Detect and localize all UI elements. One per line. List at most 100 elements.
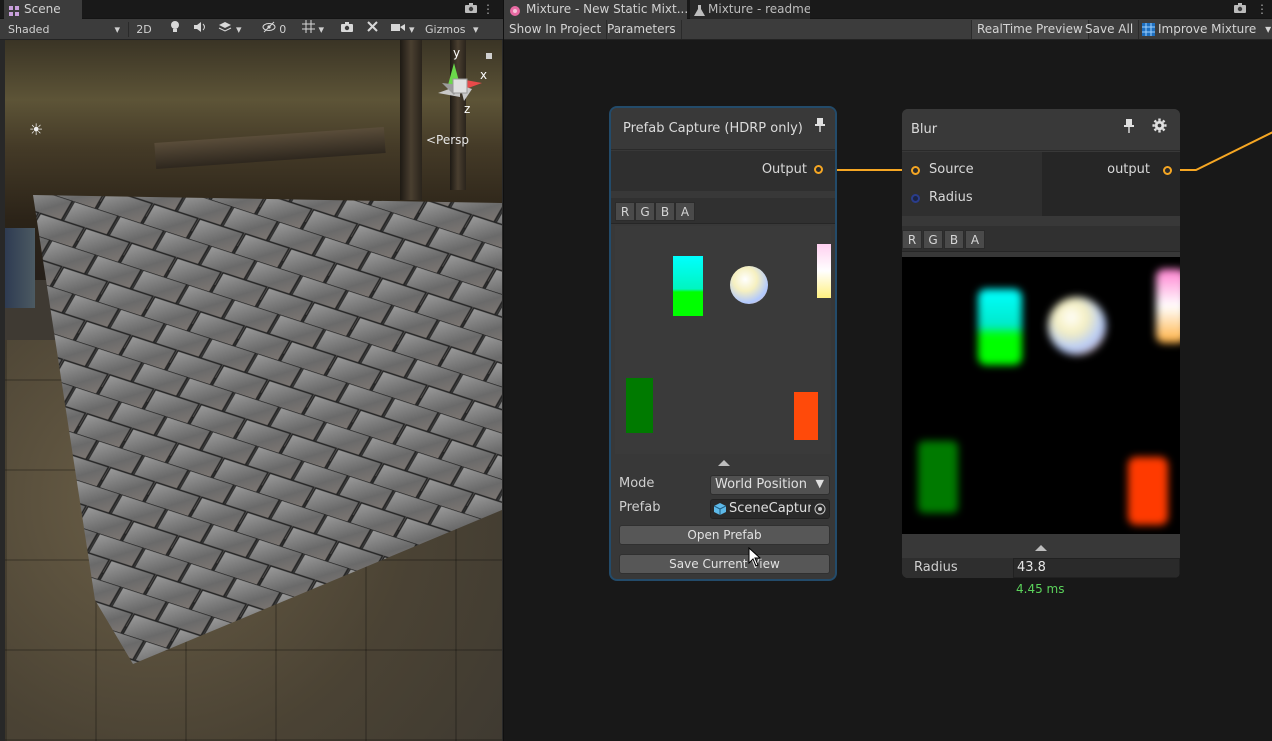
preview-shape (1128, 457, 1168, 525)
channel-r-button[interactable]: R (615, 202, 635, 221)
mode-dropdown[interactable]: World Position ▼ (710, 475, 830, 495)
chevron-down-icon: ▼ (815, 477, 824, 490)
collapse-preview-icon[interactable] (718, 460, 730, 466)
pin-icon[interactable] (815, 108, 825, 150)
flask-icon (694, 4, 705, 16)
radius-value-field[interactable]: 43.8 (1013, 558, 1180, 578)
mixture-tabbar: Mixture - New Static Mixt... Mixture - r… (504, 0, 1272, 19)
node-title-text: Blur (911, 122, 938, 137)
preview-shape (918, 441, 958, 513)
video-camera-icon (391, 23, 409, 36)
output-port-label: output (1107, 162, 1150, 177)
node-title[interactable]: Blur (902, 109, 1180, 151)
blur-node[interactable]: Blur Source Radius output R G B A Radius… (902, 109, 1180, 578)
open-prefab-button[interactable]: Open Prefab (619, 525, 830, 545)
channel-toggle-bar: R G B A (611, 198, 835, 224)
more-menu-icon[interactable]: ⋮ (1256, 2, 1268, 16)
output-port-label: Output (761, 162, 807, 177)
channel-b-button[interactable]: B (655, 202, 675, 221)
scene-viewport[interactable]: ☀ y x z <Persp (5, 40, 502, 741)
radius-input-port[interactable] (911, 194, 920, 203)
output-port[interactable] (1163, 166, 1172, 175)
tab-scene[interactable]: Scene (4, 0, 82, 19)
node-ports: Source Radius output (902, 152, 1180, 216)
gizmo-axis-x: x (480, 68, 487, 82)
grid-dropdown[interactable]: ▾ (295, 20, 331, 39)
wire-blur-output (1174, 131, 1272, 171)
tools-icon[interactable] (362, 20, 382, 39)
channel-a-button[interactable]: A (675, 202, 695, 221)
mode-value: World Position (715, 477, 808, 492)
preview-shape (817, 244, 831, 298)
prefab-object-field[interactable]: SceneCapture (710, 499, 830, 519)
save-current-view-button[interactable]: Save Current View (619, 554, 830, 574)
orientation-gizmo[interactable]: y x z (420, 45, 500, 140)
mixture-toolbar: Show In Project Parameters RealTime Prev… (504, 19, 1272, 40)
scene-tabbar: Scene ⋮ (0, 0, 503, 19)
realtime-preview-toggle[interactable]: RealTime Preview (971, 20, 1089, 39)
radius-field-row: Radius 43.8 (902, 558, 1180, 578)
scene-icon (9, 4, 20, 16)
tab-mixture-readme[interactable]: Mixture - readme (690, 0, 810, 19)
source-input-port[interactable] (911, 166, 920, 175)
camera-icon[interactable] (1233, 2, 1247, 17)
parameters-button[interactable]: Parameters (602, 20, 682, 39)
scene-window: Scene ⋮ Shaded ▾ 2D ▾ 0 ▾ ▾ Gizmos ▾ ☀ y… (0, 0, 503, 741)
video-camera-dropdown[interactable]: ▾ (387, 20, 419, 39)
prefab-capture-node[interactable]: Prefab Capture (HDRP only) Output R G B … (611, 108, 835, 579)
output-port[interactable] (814, 165, 823, 174)
chevron-down-icon: ▾ (318, 23, 325, 36)
hidden-objects-toggle[interactable]: 0 (257, 20, 291, 39)
gear-icon[interactable] (1152, 109, 1167, 151)
audio-toggle-icon[interactable] (190, 20, 210, 39)
prefab-value: SceneCapture (729, 501, 821, 516)
camera-settings-icon[interactable] (337, 20, 357, 39)
prefab-cube-icon (713, 503, 727, 518)
mixture-icon (509, 4, 520, 16)
grid-icon (301, 20, 319, 36)
object-picker-icon[interactable] (811, 500, 829, 518)
collapse-preview-icon[interactable] (1035, 545, 1047, 551)
tab-mixture-static[interactable]: Mixture - New Static Mixt... (504, 0, 687, 19)
more-menu-icon[interactable]: ⋮ (482, 2, 494, 16)
projection-toggle[interactable]: <Persp (426, 133, 469, 147)
channel-g-button[interactable]: G (635, 202, 655, 221)
camera-icon[interactable] (464, 2, 478, 17)
gizmos-label: Gizmos (425, 23, 466, 36)
texture-preview (902, 257, 1180, 534)
sun-light-icon[interactable]: ☀ (29, 120, 43, 139)
node-title-text: Prefab Capture (HDRP only) (623, 121, 803, 136)
prefab-label: Prefab (619, 500, 661, 515)
preview-shape (1156, 269, 1180, 343)
source-port-label: Source (929, 162, 974, 177)
preview-shape (673, 256, 703, 316)
mixture-window: Mixture - New Static Mixt... Mixture - r… (503, 0, 1272, 741)
tab-mixture-readme-label: Mixture - readme (708, 2, 810, 16)
preview-shape (730, 266, 768, 304)
channel-g-button[interactable]: G (923, 230, 943, 249)
node-title[interactable]: Prefab Capture (HDRP only) (611, 108, 835, 150)
channel-a-button[interactable]: A (965, 230, 985, 249)
layers-icon (218, 22, 236, 36)
preview-shape (626, 378, 653, 433)
lighting-toggle-icon[interactable] (165, 20, 185, 39)
show-in-project-button[interactable]: Show In Project (504, 20, 608, 39)
save-all-button[interactable]: Save All (1080, 20, 1140, 39)
channel-b-button[interactable]: B (944, 230, 964, 249)
radius-port-label: Radius (929, 190, 973, 205)
tab-scene-label: Scene (24, 2, 61, 16)
gizmos-dropdown[interactable]: Gizmos ▾ (423, 20, 491, 39)
shading-mode-dropdown[interactable]: Shaded ▾ (4, 20, 124, 39)
scene-toolbar: Shaded ▾ 2D ▾ 0 ▾ ▾ Gizmos ▾ (0, 19, 503, 40)
improve-mixture-dropdown[interactable]: Improve Mixture ▾ (1138, 20, 1272, 39)
texture-preview (615, 226, 831, 454)
toggle-2d-button[interactable]: 2D (132, 20, 156, 39)
channel-r-button[interactable]: R (902, 230, 922, 249)
toggle-2d-label: 2D (136, 23, 152, 36)
gizmo-axis-z: z (464, 102, 470, 116)
chevron-down-icon: ▾ (473, 23, 479, 36)
effects-dropdown[interactable]: ▾ (214, 20, 246, 39)
node-ports: Output (611, 151, 835, 191)
chevron-down-icon: ▾ (235, 23, 242, 36)
pin-icon[interactable] (1124, 109, 1134, 151)
